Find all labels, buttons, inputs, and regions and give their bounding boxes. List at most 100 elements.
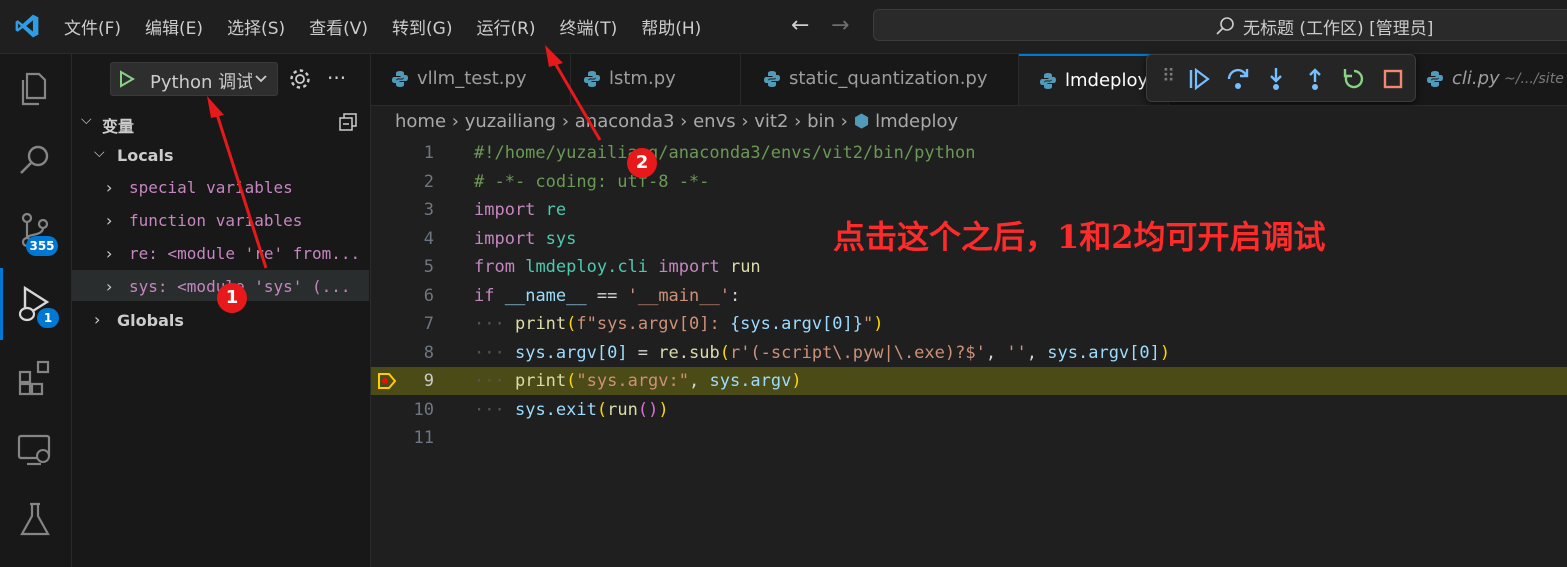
line-number: 1: [423, 143, 434, 163]
line-number: 8: [423, 343, 434, 363]
chevron-right-icon[interactable]: ›: [106, 211, 112, 230]
code-token: sys.argv: [709, 371, 792, 391]
line-number: 6: [423, 286, 434, 306]
python-file-icon: [764, 71, 780, 87]
chevron-down-icon[interactable]: ⌵: [81, 112, 92, 128]
code-token: import: [658, 257, 720, 277]
code-token: re.sub: [658, 343, 720, 363]
python-file-icon: [584, 71, 600, 87]
vscode-logo-icon: [15, 14, 39, 38]
source-control-badge: 355: [26, 236, 58, 256]
tab-vllm-test[interactable]: vllm_test.py: [371, 54, 571, 105]
tab-cli[interactable]: cli.py ~/.../site: [1418, 54, 1567, 105]
menu-file[interactable]: 文件(F): [64, 14, 121, 39]
menu-edit[interactable]: 编辑(E): [145, 14, 203, 39]
variable-item[interactable]: re: <module 're' from...: [129, 244, 367, 263]
code-line: ··· sys.exit(run()): [474, 400, 669, 420]
menu-terminal[interactable]: 终端(T): [560, 14, 618, 39]
code-token: {sys.argv[0]}: [729, 314, 863, 334]
code-token: ,: [1026, 343, 1048, 363]
menu-view[interactable]: 查看(V): [309, 14, 368, 39]
code-token: run: [607, 400, 638, 420]
breadcrumb-item[interactable]: home: [395, 111, 446, 132]
more-actions-icon[interactable]: ···: [327, 66, 346, 90]
variable-item[interactable]: sys: <module 'sys' (...: [129, 277, 367, 296]
code-line: if __name__ == '__main__':: [474, 286, 740, 306]
code-token: print: [514, 314, 567, 334]
breadcrumb-item[interactable]: lmdeploy: [875, 111, 958, 132]
code-line: ··· print("sys.argv:", sys.argv): [474, 371, 802, 391]
chevron-down-icon[interactable]: [254, 72, 268, 86]
collapse-all-icon[interactable]: [338, 112, 358, 132]
menu-go[interactable]: 转到(G): [392, 14, 452, 39]
variable-item[interactable]: function variables: [129, 211, 302, 230]
code-token: import: [474, 200, 536, 220]
menu-selection[interactable]: 选择(S): [227, 14, 285, 39]
menu-help[interactable]: 帮助(H): [641, 14, 701, 39]
variable-item[interactable]: special variables: [129, 178, 293, 197]
code-line: import re: [474, 200, 566, 220]
chevron-right-icon[interactable]: ›: [94, 310, 100, 329]
code-token: ": [863, 314, 874, 334]
code-line: ··· sys.argv[0] = re.sub(r'(-script\.pyw…: [474, 343, 1171, 363]
code-token: r'(-script\.pyw|\.exe)?$': [729, 343, 986, 363]
step-over-icon[interactable]: [1225, 66, 1251, 92]
code-token: lmdeploy.cli: [525, 257, 649, 277]
code-line: import sys: [474, 229, 576, 249]
tab-static-quantization[interactable]: static_quantization.py: [741, 54, 1019, 105]
tab-label: lmdeploy: [1065, 70, 1149, 91]
variables-section-title[interactable]: 变量: [102, 113, 134, 137]
tab-lstm[interactable]: lstm.py: [571, 54, 741, 105]
code-token: re: [545, 200, 567, 220]
python-file-icon: [1040, 73, 1056, 89]
testing-icon[interactable]: [15, 500, 55, 540]
globals-scope[interactable]: Globals: [117, 311, 184, 330]
annotation-marker: 2: [627, 148, 657, 178]
search-activity-icon[interactable]: [15, 140, 55, 180]
locals-scope[interactable]: Locals: [117, 146, 173, 165]
code-token: f"sys.argv[0]:: [576, 314, 730, 334]
python-file-icon: [1427, 71, 1443, 87]
breadcrumb-item[interactable]: anaconda3: [575, 111, 675, 132]
code-line: # -*- coding: utf-8 -*-: [474, 172, 710, 192]
extensions-icon[interactable]: [15, 358, 55, 398]
drag-handle-icon[interactable]: ⠿: [1162, 66, 1175, 87]
gear-icon[interactable]: [288, 67, 312, 91]
code-token: "sys.argv:": [576, 371, 689, 391]
step-into-icon[interactable]: [1263, 66, 1289, 92]
code-token: ,: [985, 343, 1007, 363]
annotation-text: 点击这个之后，1和2均可开启调试: [833, 218, 1326, 256]
code-token: ==: [596, 286, 618, 306]
chevron-right-icon[interactable]: ›: [106, 178, 112, 197]
breadcrumb-item[interactable]: vit2: [754, 111, 788, 132]
breadcrumb-item[interactable]: yuzailiang: [465, 111, 556, 132]
line-number: 11: [413, 428, 434, 448]
breadcrumb-item[interactable]: bin: [807, 111, 835, 132]
python-file-icon: [392, 71, 408, 87]
back-arrow-icon[interactable]: ←: [791, 13, 809, 38]
code-token: sys.exit: [514, 400, 597, 420]
explorer-icon[interactable]: [15, 68, 55, 108]
code-token: print: [514, 371, 567, 391]
annotation-marker: 1: [217, 283, 247, 313]
restart-icon[interactable]: [1341, 66, 1367, 92]
menu-run[interactable]: 运行(R): [476, 14, 535, 39]
breadcrumb-item[interactable]: envs: [693, 111, 736, 132]
forward-arrow-icon[interactable]: →: [831, 13, 849, 38]
start-debugging-icon[interactable]: [118, 70, 136, 88]
stop-icon[interactable]: [1380, 66, 1406, 92]
remote-explorer-icon[interactable]: [15, 430, 55, 470]
code-line: from lmdeploy.cli import run: [474, 257, 761, 277]
chevron-down-icon[interactable]: ⌵: [94, 145, 105, 161]
tab-label: static_quantization.py: [789, 68, 988, 89]
run-debug-badge: 1: [37, 308, 59, 328]
line-number: 3: [423, 200, 434, 220]
run-config-label: Python 调试: [150, 72, 252, 93]
chevron-right-icon[interactable]: ›: [106, 244, 112, 263]
chevron-right-icon[interactable]: ›: [106, 277, 112, 296]
step-out-icon[interactable]: [1302, 66, 1328, 92]
python-file-icon: ⬢: [853, 111, 870, 132]
continue-icon[interactable]: [1186, 66, 1212, 92]
code-token: run: [729, 257, 761, 277]
active-indicator: [0, 268, 3, 340]
